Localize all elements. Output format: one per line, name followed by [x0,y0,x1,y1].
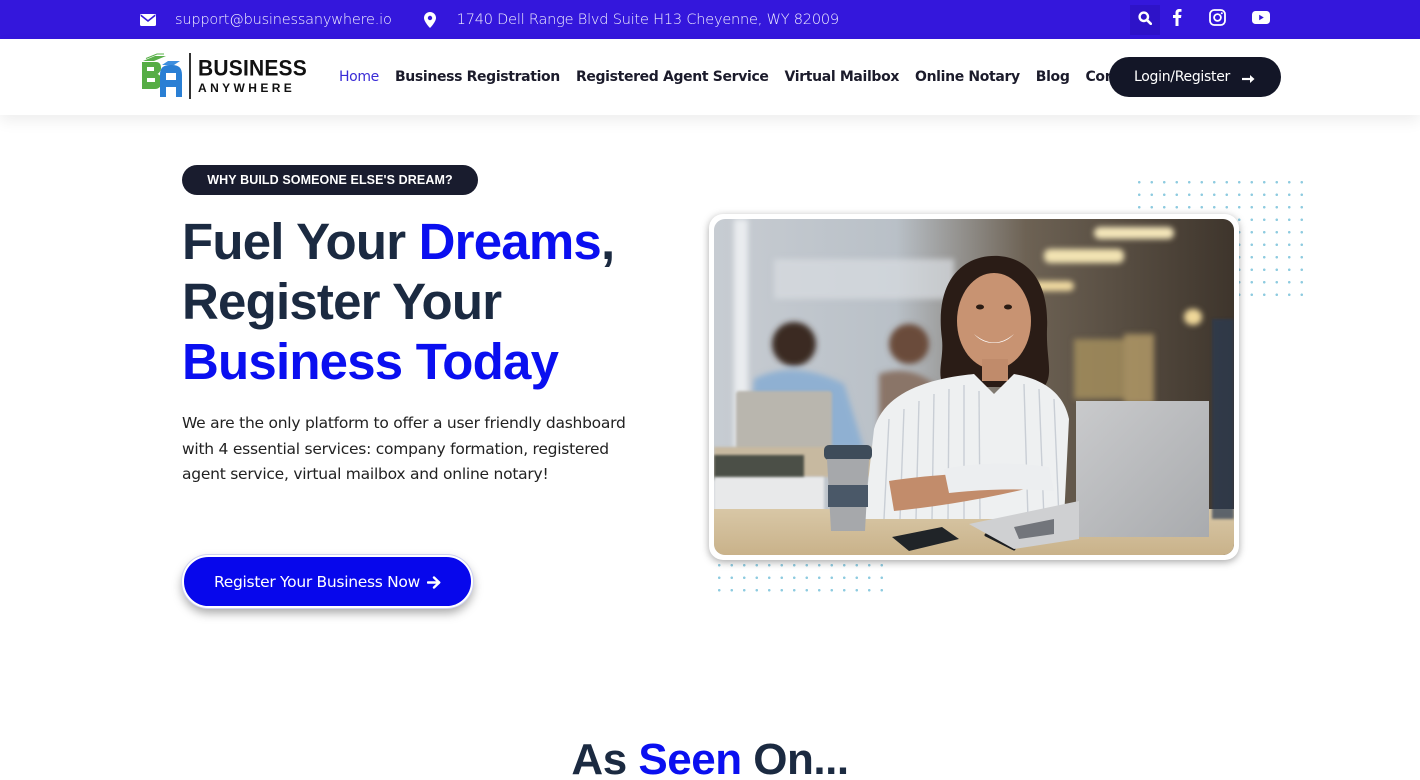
nav-registered-agent-service[interactable]: Registered Agent Service [576,69,769,85]
headline-accent-2: Business Today [182,333,559,390]
seen-accent: Seen [638,735,742,780]
hero-description: We are the only platform to offer a user… [182,414,626,483]
nav-virtual-mailbox[interactable]: Virtual Mailbox [785,69,900,85]
headline-part-2: , [600,213,615,270]
support-email-link[interactable]: support@businessanywhere.io [175,12,392,28]
decorative-dot-grid [713,559,888,597]
headline-accent-1: Dreams [418,213,602,270]
register-business-button[interactable]: Register Your Business Now [182,555,473,608]
as-seen-on-heading: As Seen On... [0,735,1420,780]
contact-info: support@businessanywhere.io 1740 Dell Ra… [140,0,839,39]
login-register-label: Login/Register [1134,69,1230,85]
hero-image [714,219,1234,555]
logo-divider [189,53,191,99]
nav-blog[interactable]: Blog [1036,69,1070,85]
social-links [1130,0,1270,39]
nav-business-registration[interactable]: Business Registration [395,69,560,85]
instagram-icon [1209,8,1226,31]
search-button[interactable] [1130,5,1160,35]
hero-headline: Fuel Your Dreams, Register Your Business… [182,212,615,392]
envelope-icon [140,13,156,26]
top-bar: support@businessanywhere.io 1740 Dell Ra… [0,0,1420,39]
seen-part-1: As [571,735,639,780]
login-register-button[interactable]: Login/Register [1109,57,1281,97]
logo-link[interactable]: BUSINESS ANYWHERE [140,53,307,99]
address-text: 1740 Dell Range Blvd Suite H13 Cheyenne,… [456,11,839,28]
arrow-right-icon [1241,72,1256,83]
logo-wordmark: BUSINESS ANYWHERE [198,56,307,95]
nav-online-notary[interactable]: Online Notary [915,69,1020,85]
facebook-icon [1172,8,1182,31]
youtube-link[interactable] [1252,10,1270,29]
headline-part-1: Fuel Your [182,213,419,270]
logo-line-1: BUSINESS [198,56,307,81]
youtube-icon [1252,10,1270,29]
headline-line-2: Register Your [182,273,502,330]
main-header: BUSINESS ANYWHERE Home Business Registra… [0,39,1420,115]
search-icon [1138,10,1153,30]
nav-home[interactable]: Home [339,69,379,85]
logo-mark-icon [140,53,186,99]
instagram-link[interactable] [1209,8,1226,31]
facebook-link[interactable] [1172,8,1182,31]
logo-line-2: ANYWHERE [198,81,296,95]
hero-image-frame [709,214,1239,560]
main-nav: Home Business Registration Registered Ag… [339,39,1160,115]
map-pin-icon [423,11,436,28]
arrow-right-icon [426,575,441,589]
hero-badge: WHY BUILD SOMEONE ELSE'S DREAM? [182,165,478,195]
register-business-label: Register Your Business Now [214,572,420,591]
seen-part-2: On... [741,735,849,780]
